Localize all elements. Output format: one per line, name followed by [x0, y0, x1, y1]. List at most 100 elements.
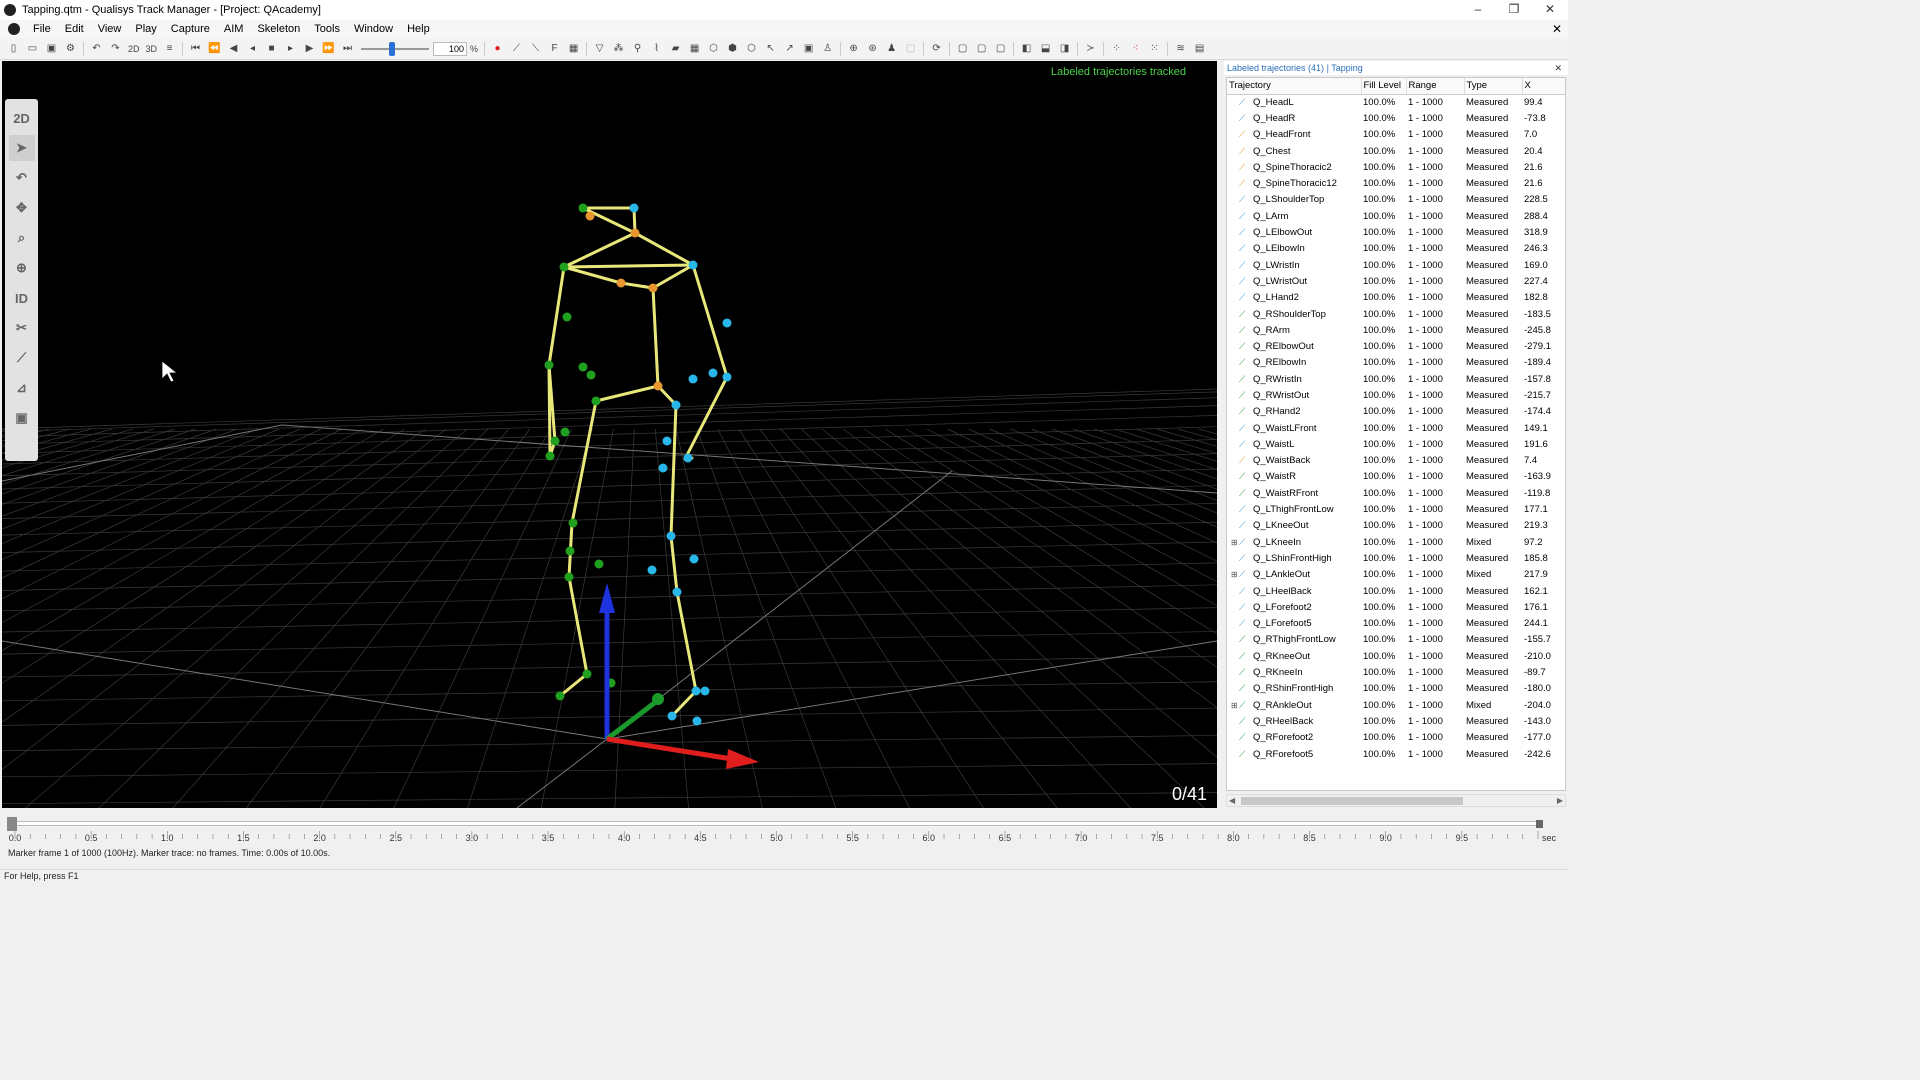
go-to-start-icon[interactable]: ⏮: [187, 41, 204, 57]
trajectory-tool[interactable]: ⟋: [9, 345, 35, 371]
trajectory-name-cell[interactable]: ⟋ Q_WaistL: [1227, 436, 1361, 452]
column-header-type[interactable]: Type: [1464, 78, 1523, 95]
expand-icon[interactable]: ⊞: [1231, 538, 1239, 547]
menu-skeleton[interactable]: Skeleton: [250, 20, 307, 38]
trajectory-name-cell[interactable]: ⟋ Q_HeadR: [1227, 110, 1361, 126]
trajectory-row[interactable]: ⟋ Q_HeadFront 100.0% 1 - 1000 Measured 7.0: [1227, 127, 1565, 143]
vector-icon[interactable]: ↗: [781, 41, 798, 57]
trajectory-name-cell[interactable]: ⟋ Q_LShinFrontHigh: [1227, 550, 1361, 566]
trajectory-row[interactable]: ⟋ Q_Chest 100.0% 1 - 1000 Measured 20.4: [1227, 143, 1565, 159]
plate-icon[interactable]: ▰: [667, 41, 684, 57]
view-3d-button[interactable]: 3D: [144, 41, 160, 57]
trajectory-name-cell[interactable]: ⟋ Q_LArm: [1227, 208, 1361, 224]
speed-slider-thumb[interactable]: [388, 41, 395, 56]
timeline-start-handle[interactable]: [7, 817, 17, 831]
trajectory-name-cell[interactable]: ⊞⟋ Q_LKneeIn: [1227, 534, 1361, 550]
trajectory-name-cell[interactable]: ⟋ Q_RWristOut: [1227, 387, 1361, 403]
menu-view[interactable]: View: [91, 20, 129, 38]
3d-viewport[interactable]: 2D ➤ ↶ ✥ ⌕ ⊕ ID ✂ ⟋ ⊿ ▣ Labeled trajectories track…: [2, 61, 1217, 808]
trajectory-row[interactable]: ⟋ Q_LElbowOut 100.0% 1 - 1000 Measured 318.9: [1227, 224, 1565, 240]
play-icon[interactable]: ▸: [282, 41, 299, 57]
trajectory-name-cell[interactable]: ⊞⟋ Q_LAnkleOut: [1227, 567, 1361, 583]
trajectory-row[interactable]: ⟋ Q_LForefoot5 100.0% 1 - 1000 Measured 244.1: [1227, 616, 1565, 632]
trajectory-row[interactable]: ⟋ Q_RShinFrontHigh 100.0% 1 - 1000 Measured -…: [1227, 681, 1565, 697]
trajectory-row[interactable]: ⟋ Q_RThighFrontLow 100.0% 1 - 1000 Measured -…: [1227, 632, 1565, 648]
trajectory-name-cell[interactable]: ⟋ Q_RShoulderTop: [1227, 306, 1361, 322]
panel-close-icon[interactable]: ✕: [1554, 61, 1562, 75]
force-icon[interactable]: F: [546, 41, 563, 57]
minimize-button[interactable]: –: [1460, 0, 1496, 20]
menu-window[interactable]: Window: [347, 20, 400, 38]
rigid-body-icon[interactable]: ⬢: [724, 41, 741, 57]
trajectory-row[interactable]: ⊞⟋ Q_RAnkleOut 100.0% 1 - 1000 Mixed -204.0: [1227, 697, 1565, 713]
fast-forward-icon[interactable]: ⏩: [320, 41, 337, 57]
timeline-icon[interactable]: ≡: [161, 41, 178, 57]
step-backward-icon[interactable]: ◀: [225, 41, 242, 57]
colored-markers-icon[interactable]: ⁖: [1127, 41, 1144, 57]
record-icon[interactable]: ●: [489, 41, 506, 57]
trajectory-row[interactable]: ⟋ Q_RHand2 100.0% 1 - 1000 Measured -174.4: [1227, 404, 1565, 420]
terminal-icon[interactable]: ≻: [1082, 41, 1099, 57]
trajectory-name-cell[interactable]: ⟋ Q_RElbowOut: [1227, 338, 1361, 354]
trajectory-row[interactable]: ⟋ Q_RElbowIn 100.0% 1 - 1000 Measured -189.4: [1227, 355, 1565, 371]
center-tool[interactable]: ⊕: [9, 255, 35, 281]
playback-speed-slider[interactable]: [361, 41, 430, 56]
grid-icon[interactable]: ▦: [565, 41, 582, 57]
trajectory-name-cell[interactable]: ⟋ Q_SpineThoracic2: [1227, 159, 1361, 175]
menu-play[interactable]: Play: [128, 20, 163, 38]
redo-icon[interactable]: ↷: [107, 41, 124, 57]
settings-icon[interactable]: ⚙: [62, 41, 79, 57]
menu-tools[interactable]: Tools: [307, 20, 347, 38]
trajectory-row[interactable]: ⊞⟋ Q_LKneeIn 100.0% 1 - 1000 Mixed 97.2: [1227, 534, 1565, 550]
trajectory-row[interactable]: ⟋ Q_WaistBack 100.0% 1 - 1000 Measured 7.4: [1227, 453, 1565, 469]
trajectory-name-cell[interactable]: ⟋ Q_WaistLFront: [1227, 420, 1361, 436]
crosshair-icon[interactable]: ⊕: [845, 41, 862, 57]
trajectory-row[interactable]: ⟋ Q_LKneeOut 100.0% 1 - 1000 Measured 219.3: [1227, 518, 1565, 534]
trajectory-grid[interactable]: Trajectory Fill Level Range Type X ⟋ Q_He…: [1226, 77, 1566, 791]
gap-tool[interactable]: ⊿: [9, 375, 35, 401]
cut-tool[interactable]: ✂: [9, 315, 35, 341]
refresh-icon[interactable]: ⟳: [928, 41, 945, 57]
marker-label-icon[interactable]: ⁙: [1146, 41, 1163, 57]
marker-list-icon[interactable]: ⁘: [1108, 41, 1125, 57]
timeline-track[interactable]: [12, 821, 1542, 826]
person-icon[interactable]: ♙: [819, 41, 836, 57]
step-forward-icon[interactable]: ▶: [301, 41, 318, 57]
trajectory-name-cell[interactable]: ⟋ Q_RArm: [1227, 322, 1361, 338]
save-icon[interactable]: ▣: [43, 41, 60, 57]
trajectory-row[interactable]: ⟋ Q_LHand2 100.0% 1 - 1000 Measured 182.8: [1227, 290, 1565, 306]
trajectory-row[interactable]: ⟋ Q_RKneeIn 100.0% 1 - 1000 Measured -89.7: [1227, 664, 1565, 680]
trajectory-name-cell[interactable]: ⟋ Q_LWristOut: [1227, 273, 1361, 289]
trajectory-name-cell[interactable]: ⟋ Q_RElbowIn: [1227, 355, 1361, 371]
menu-aim[interactable]: AIM: [217, 20, 251, 38]
trajectory-row[interactable]: ⟋ Q_RArm 100.0% 1 - 1000 Measured -245.8: [1227, 322, 1565, 338]
close-document-icon[interactable]: ✕: [1552, 20, 1562, 38]
column-header-trajectory[interactable]: Trajectory: [1227, 78, 1362, 95]
trajectory-name-cell[interactable]: ⟋ Q_RThighFrontLow: [1227, 632, 1361, 648]
open-folder-icon[interactable]: ▭: [24, 41, 41, 57]
trajectory-name-cell[interactable]: ⊞⟋ Q_RAnkleOut: [1227, 697, 1361, 713]
box-tool[interactable]: ▣: [9, 405, 35, 431]
stop-icon[interactable]: ■: [263, 41, 280, 57]
skeleton-view-icon[interactable]: ⚲: [629, 41, 646, 57]
trajectory-row[interactable]: ⟋ Q_SpineThoracic2 100.0% 1 - 1000 Measured 2…: [1227, 159, 1565, 175]
menu-help[interactable]: Help: [400, 20, 437, 38]
trajectory-name-cell[interactable]: ⟋ Q_Chest: [1227, 143, 1361, 159]
trajectory-row[interactable]: ⟋ Q_LThighFrontLow 100.0% 1 - 1000 Measured 1…: [1227, 501, 1565, 517]
trajectory-row[interactable]: ⟋ Q_WaistR 100.0% 1 - 1000 Measured -163.9: [1227, 469, 1565, 485]
trajectory-tool-icon[interactable]: ⟋: [508, 41, 525, 57]
column-header-range[interactable]: Range: [1406, 78, 1465, 95]
expand-icon[interactable]: ⊞: [1231, 570, 1239, 579]
trajectory-row[interactable]: ⟋ Q_RShoulderTop 100.0% 1 - 1000 Measured -18…: [1227, 306, 1565, 322]
trajectory-row[interactable]: ⟋ Q_LWristIn 100.0% 1 - 1000 Measured 169.0: [1227, 257, 1565, 273]
panel-bottom-icon[interactable]: ⬓: [1037, 41, 1054, 57]
menu-file[interactable]: File: [26, 20, 58, 38]
scroll-left-icon[interactable]: ◀: [1229, 795, 1235, 806]
trajectory-row[interactable]: ⟋ Q_WaistRFront 100.0% 1 - 1000 Measured -119…: [1227, 485, 1565, 501]
trajectory-row[interactable]: ⟋ Q_LShinFrontHigh 100.0% 1 - 1000 Measured 1…: [1227, 550, 1565, 566]
trajectory-name-cell[interactable]: ⟋ Q_RKneeOut: [1227, 648, 1361, 664]
trajectory-name-cell[interactable]: ⟋ Q_WaistR: [1227, 469, 1361, 485]
trajectory-name-cell[interactable]: ⟋ Q_LElbowIn: [1227, 241, 1361, 257]
trajectory-row[interactable]: ⟋ Q_LShoulderTop 100.0% 1 - 1000 Measured 228…: [1227, 192, 1565, 208]
close-button[interactable]: ✕: [1532, 0, 1568, 20]
